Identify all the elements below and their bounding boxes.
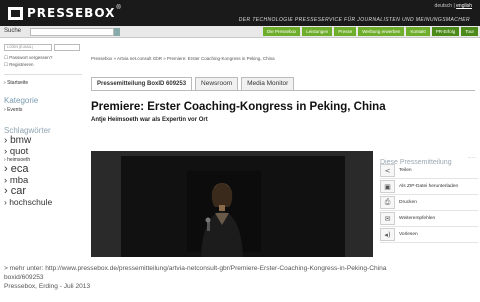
nav-item-werbung[interactable]: Werbung erwerben bbox=[358, 27, 405, 36]
tag-label: hochschule bbox=[9, 196, 53, 207]
sidebar-item-events[interactable]: › Events bbox=[4, 107, 82, 113]
tag-label: eca bbox=[10, 163, 29, 176]
nav-item-presse[interactable]: Presse bbox=[334, 27, 357, 36]
schlagwoerter-heading: Schlagwörter bbox=[4, 126, 51, 135]
download-zip-icon: ▣ bbox=[380, 180, 395, 193]
nav-item-leistungen[interactable]: Leistungen bbox=[302, 27, 333, 36]
sidebar-item-startseite[interactable]: › Startseite bbox=[4, 80, 82, 86]
search-input[interactable] bbox=[30, 28, 114, 36]
action-print-label: Drucken bbox=[399, 200, 417, 205]
forgot-password-label: Passwort vergessen? bbox=[9, 55, 53, 60]
breadcrumb[interactable]: Pressebox » Artvia net.consult GbR » Pre… bbox=[91, 56, 275, 61]
nav-item-kontakt[interactable]: Kontakt bbox=[406, 27, 430, 36]
speaker-photo bbox=[201, 183, 243, 257]
register-label: Registrieren bbox=[9, 62, 34, 67]
search-nav-bar: Suche Die Pressebox Leistungen Presse We… bbox=[0, 26, 480, 38]
mail-icon: ✉ bbox=[380, 212, 395, 225]
action-download-zip[interactable]: ▣ Als ZIP-Datei herunterladen bbox=[380, 179, 478, 195]
content-tabs: Pressemitteilung BoxID 609253 Newsroom M… bbox=[91, 77, 295, 90]
action-read-aloud-label: Vorlesen bbox=[399, 232, 418, 237]
action-recommend-label: Weiterempfehlen bbox=[399, 216, 436, 221]
header-tagline: DER TECHNOLOGIE PRESSESERVICE FÜR JOURNA… bbox=[238, 17, 470, 23]
logo-text: PRESSEBOX bbox=[27, 6, 116, 20]
registered-mark: ® bbox=[116, 5, 121, 11]
action-print[interactable]: ⎙ Drucken bbox=[380, 195, 478, 211]
actions-panel-more[interactable]: ...... bbox=[468, 154, 476, 160]
top-header-bar: PRESSEBOX ® deutsch | english DER TECHNO… bbox=[0, 0, 480, 26]
caption-url-line: > mehr unter: http://www.pressebox.de/pr… bbox=[4, 265, 387, 272]
search-submit-button[interactable] bbox=[114, 28, 120, 36]
article-headline: Premiere: Erster Coaching-Kongress in Pe… bbox=[91, 101, 386, 113]
nav-item-tour[interactable]: Tour bbox=[461, 27, 478, 36]
source-caption: > mehr unter: http://www.pressebox.de/pr… bbox=[4, 264, 480, 291]
action-recommend[interactable]: ✉ Weiterempfehlen bbox=[380, 211, 478, 227]
startseite-label: Startseite bbox=[7, 80, 29, 86]
search-label: Suche bbox=[4, 28, 22, 34]
tab-media-monitor[interactable]: Media Monitor bbox=[241, 77, 295, 90]
press-release-actions-panel: Diese Pressemitteilung ...... < Teilen ▣… bbox=[380, 151, 478, 243]
actions-panel-title: Diese Pressemitteilung bbox=[380, 159, 452, 166]
left-sidebar: LOGIN (E-MAIL) ☐ Passwort vergessen? ☐ R… bbox=[4, 44, 82, 206]
action-read-aloud[interactable]: ◂) Vorlesen bbox=[380, 227, 478, 243]
forgot-password-link[interactable]: ☐ Passwort vergessen? bbox=[4, 55, 82, 61]
nav-item-pr-erfolg[interactable]: PR-Erfolg bbox=[431, 27, 460, 36]
speaker-icon: ◂) bbox=[380, 228, 395, 241]
tab-pressemitteilung[interactable]: Pressemitteilung BoxID 609253 bbox=[91, 77, 193, 90]
caption-source: Pressebox, Erding - Juli 2013 bbox=[4, 283, 91, 290]
language-prefix[interactable]: deutsch | bbox=[435, 3, 457, 9]
tag-label: bmw bbox=[10, 135, 32, 146]
article-subheadline: Antje Heimsoeth war als Expertin vor Ort bbox=[91, 117, 208, 123]
sidebar-divider bbox=[4, 74, 82, 75]
action-share-label: Teilen bbox=[399, 168, 412, 173]
kategorie-heading: Kategorie bbox=[4, 96, 39, 105]
tag-link[interactable]: › quot bbox=[4, 145, 82, 157]
language-switcher: deutsch | english bbox=[435, 3, 472, 9]
nav-item-pressebox[interactable]: Die Pressebox bbox=[262, 27, 301, 36]
tag-label: car bbox=[10, 184, 27, 197]
tag-label: quot bbox=[9, 145, 29, 157]
register-link[interactable]: ☐ Registrieren bbox=[4, 62, 82, 68]
tab-newsroom[interactable]: Newsroom bbox=[195, 77, 239, 90]
language-english-link[interactable]: english bbox=[456, 3, 472, 9]
logo-mark-icon bbox=[8, 6, 23, 20]
article-video[interactable] bbox=[91, 151, 373, 257]
action-download-zip-label: Als ZIP-Datei herunterladen bbox=[399, 184, 459, 189]
print-icon: ⎙ bbox=[380, 196, 395, 209]
password-field[interactable] bbox=[54, 44, 80, 51]
main-nav: Die Pressebox Leistungen Presse Werbung … bbox=[262, 27, 478, 36]
tag-cloud: › bmw › quot › heimsoeth › eca › mba › c… bbox=[4, 135, 82, 207]
tab-underline bbox=[91, 90, 475, 91]
login-email-field[interactable]: LOGIN (E-MAIL) bbox=[4, 44, 52, 51]
pressebox-logo[interactable]: PRESSEBOX ® bbox=[8, 5, 121, 21]
events-label: Events bbox=[7, 107, 23, 113]
tag-link[interactable]: › hochschule bbox=[4, 196, 82, 207]
caption-url-continuation: boxid/609253 bbox=[4, 274, 44, 281]
